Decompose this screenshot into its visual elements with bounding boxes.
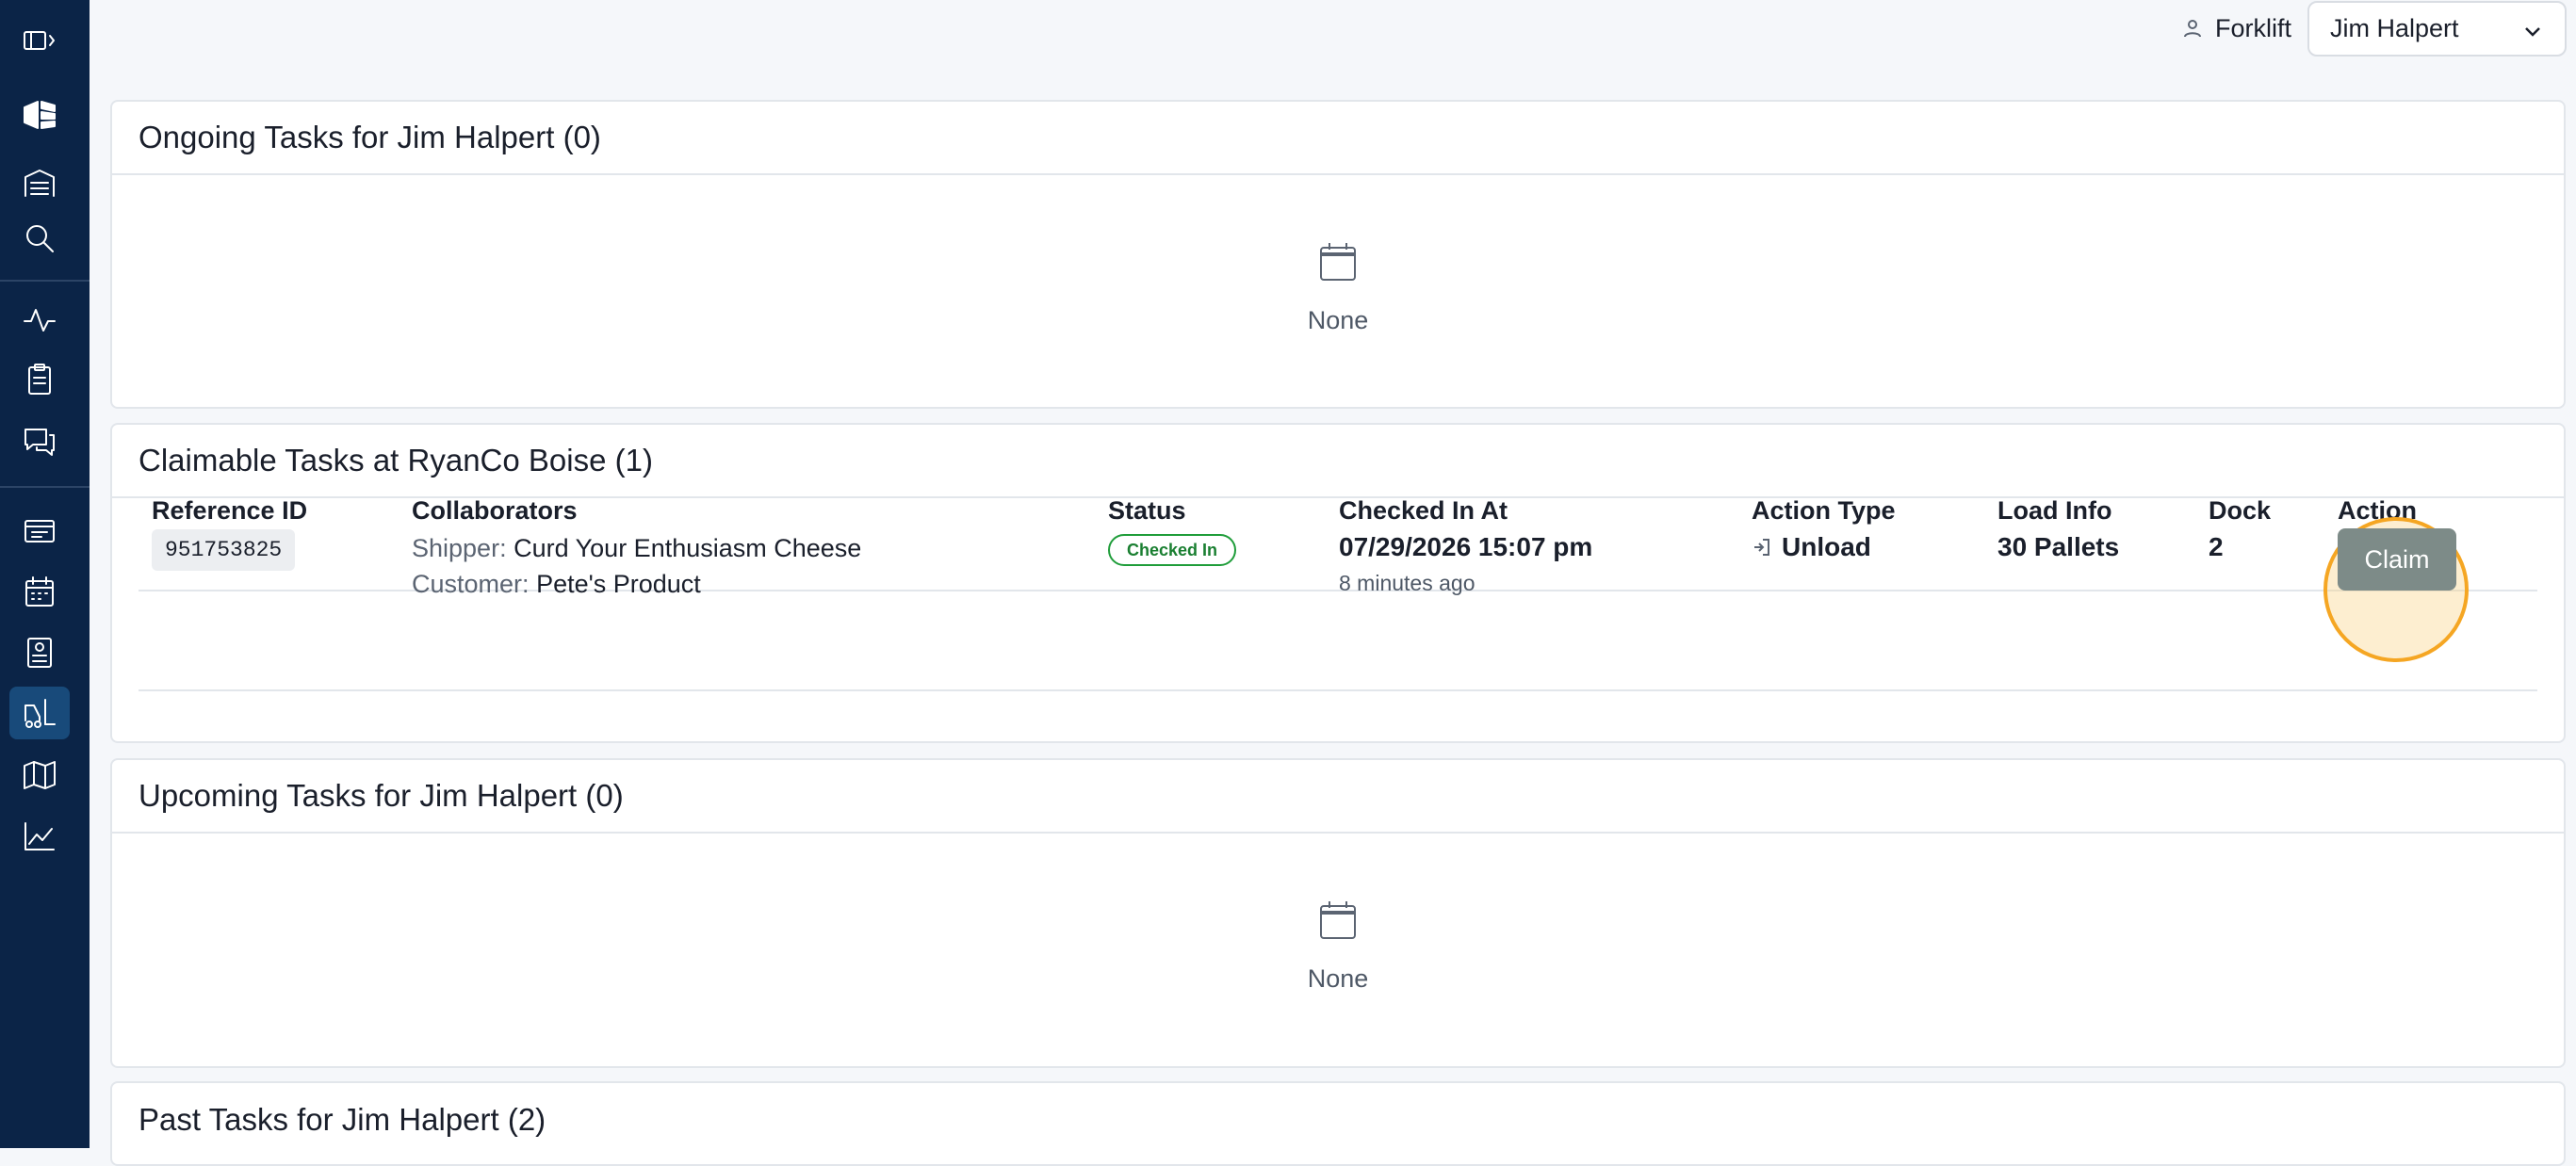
col-header-reference-id[interactable]: Reference ID (152, 496, 307, 526)
sidebar-divider (0, 280, 90, 282)
role-label: Forklift (2215, 13, 2291, 42)
customer-line: Customer: Pete's Product (412, 570, 701, 599)
ongoing-tasks-panel: Ongoing Tasks for Jim Halpert (0) None (110, 100, 2566, 409)
panel-title: Upcoming Tasks for Jim Halpert (0) (112, 760, 2564, 834)
calendar-icon (1320, 243, 1356, 281)
customer-label: Customer: (412, 570, 530, 598)
messages-icon[interactable] (9, 414, 70, 467)
shipper-line: Shipper: Curd Your Enthusiasm Cheese (412, 534, 861, 563)
activity-icon[interactable] (9, 294, 70, 347)
col-header-dock[interactable]: Dock (2209, 496, 2271, 526)
panel-title: Ongoing Tasks for Jim Halpert (0) (112, 102, 2564, 175)
upcoming-tasks-panel: Upcoming Tasks for Jim Halpert (0) None (110, 758, 2566, 1068)
calendar-icon (1320, 901, 1356, 939)
past-tasks-panel: Past Tasks for Jim Halpert (2) (110, 1081, 2566, 1166)
shipper-value: Curd Your Enthusiasm Cheese (514, 534, 862, 562)
empty-text: None (1307, 306, 1369, 334)
map-icon[interactable] (9, 749, 70, 802)
sidebar-toggle-icon[interactable] (9, 14, 70, 67)
panel-title: Claimable Tasks at RyanCo Boise (1) (112, 425, 2564, 498)
col-header-action-type[interactable]: Action Type (1752, 496, 1896, 526)
receipt-icon[interactable] (9, 505, 70, 558)
empty-text: None (1307, 964, 1369, 993)
dock-icon[interactable] (9, 626, 70, 679)
clipboard-icon[interactable] (9, 353, 70, 406)
checked-in-relative: 8 minutes ago (1339, 571, 1475, 595)
status-badge: Checked In (1108, 534, 1237, 566)
topbar: Forklift Jim Halpert (90, 0, 2576, 57)
shipper-label: Shipper: (412, 534, 507, 562)
panel-title: Past Tasks for Jim Halpert (2) (139, 1102, 546, 1137)
empty-state: None (112, 239, 2564, 335)
sidebar-divider (0, 486, 90, 488)
col-header-load-info[interactable]: Load Info (1997, 496, 2111, 526)
role-indicator: Forklift (2181, 13, 2291, 43)
warehouse-icon[interactable] (9, 156, 70, 209)
sidebar (0, 0, 90, 1148)
col-header-checked-in-at[interactable]: Checked In At (1339, 496, 1508, 526)
action-type-label: Unload (1782, 532, 1871, 561)
col-header-collaborators[interactable]: Collaborators (412, 496, 578, 526)
load-info: 30 Pallets (1997, 532, 2120, 561)
row-divider (139, 689, 2537, 691)
claim-button[interactable]: Claim (2338, 528, 2456, 591)
search-icon[interactable] (9, 212, 70, 265)
user-select-value: Jim Halpert (2330, 14, 2459, 42)
customer-value: Pete's Product (536, 570, 701, 598)
chevron-down-icon (2525, 27, 2540, 37)
user-icon (2184, 20, 2201, 38)
forklift-icon[interactable] (9, 687, 70, 739)
checked-in-date: 07/29/2026 15:07 pm (1339, 532, 1593, 561)
unload-icon (1754, 539, 1769, 556)
reference-id: 951753825 (152, 529, 296, 571)
analytics-icon[interactable] (9, 810, 70, 863)
user-select[interactable]: Jim Halpert (2307, 1, 2567, 57)
action-type: Unload (1752, 532, 1871, 562)
dock-number: 2 (2209, 532, 2224, 561)
calendar-icon[interactable] (9, 565, 70, 618)
logo-icon[interactable] (9, 89, 70, 141)
empty-state: None (112, 898, 2564, 994)
claimable-tasks-panel: Claimable Tasks at RyanCo Boise (1) Refe… (110, 423, 2566, 743)
col-header-status[interactable]: Status (1108, 496, 1186, 526)
